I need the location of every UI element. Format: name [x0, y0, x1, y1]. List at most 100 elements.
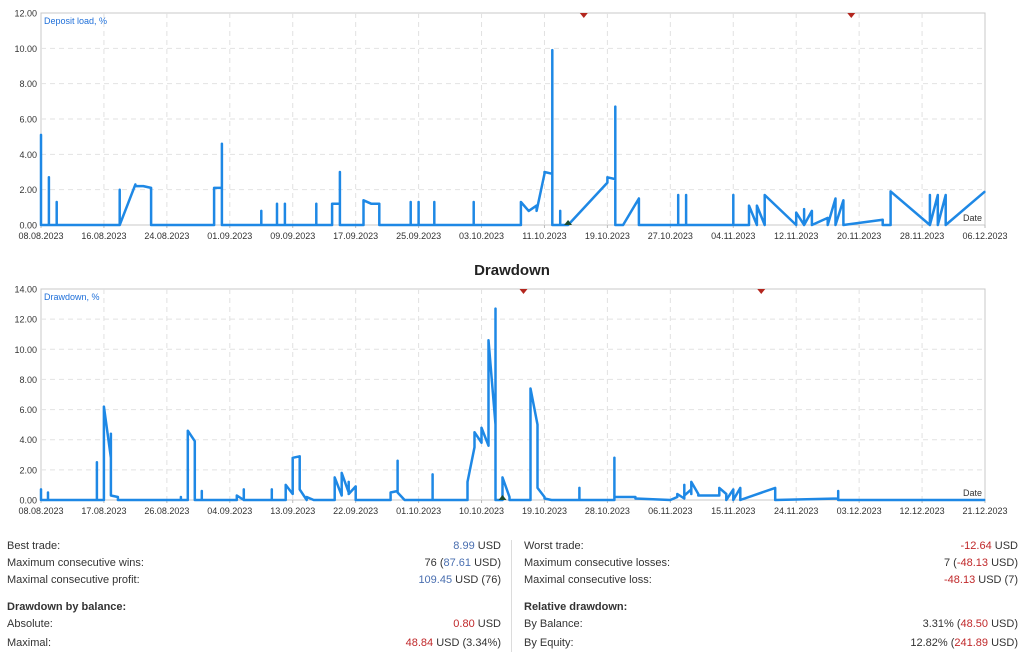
data-point — [221, 187, 223, 189]
y-tick-label: 0.00 — [19, 221, 37, 231]
data-point — [213, 187, 215, 189]
stat-number: 109.45 — [418, 574, 453, 586]
data-point — [811, 210, 813, 212]
max-consecutive-wins-row: Maximum consecutive wins: 76 (87.61 USD) — [7, 555, 501, 571]
data-point — [96, 461, 98, 463]
data-point — [984, 499, 986, 501]
stat-label: By Equity: — [524, 637, 574, 649]
data-point — [614, 224, 616, 226]
data-point — [96, 499, 98, 501]
stat-unit: USD) — [988, 618, 1018, 630]
stat-value: -48.13 USD (7) — [944, 572, 1018, 588]
data-point — [606, 176, 609, 178]
data-point — [397, 491, 399, 494]
data-point — [56, 201, 58, 203]
x-tick-label: 17.09.2023 — [333, 231, 378, 241]
data-point — [299, 464, 301, 466]
max-consecutive-loss-row: Maximal consecutive loss: -48.13 USD (7) — [524, 572, 1018, 588]
data-point — [134, 185, 136, 187]
data-point — [718, 487, 720, 489]
data-point — [201, 499, 203, 501]
data-point — [341, 494, 343, 497]
x-tick-label: 03.12.2023 — [837, 506, 882, 516]
data-point — [725, 499, 727, 501]
data-point — [362, 224, 365, 226]
stat-value: 8.99 USD — [453, 538, 501, 554]
data-point — [339, 171, 341, 173]
x-tick-label: 08.08.2023 — [18, 231, 63, 241]
data-point — [842, 224, 845, 226]
stat-value: 3.31% (48.50 USD) — [923, 616, 1018, 632]
stat-number: 3.31% ( — [922, 618, 961, 630]
by-equity-row: By Equity: 12.82% (241.89 USD) — [524, 635, 1018, 651]
data-point — [480, 442, 483, 444]
x-axis-label: Date — [963, 213, 982, 223]
stat-label: Maximum consecutive wins: — [7, 557, 144, 569]
data-point — [508, 499, 511, 501]
max-consecutive-profit-row: Maximal consecutive profit: 109.45 USD (… — [7, 572, 501, 588]
relative-drawdown-heading: Relative drawdown: — [524, 599, 1018, 615]
x-tick-label: 26.08.2023 — [144, 506, 189, 516]
data-point — [397, 490, 399, 492]
data-point — [473, 201, 475, 203]
data-point — [638, 197, 640, 200]
data-point — [834, 224, 837, 226]
data-point — [748, 224, 750, 226]
data-point — [150, 187, 152, 189]
data-point — [614, 178, 616, 180]
x-tick-label: 25.09.2023 — [396, 231, 441, 241]
data-point — [201, 490, 203, 492]
data-point — [276, 203, 278, 205]
stat-label: Maximal: — [7, 637, 52, 649]
data-point — [142, 185, 144, 187]
y-tick-label: 12.00 — [14, 9, 37, 19]
data-point — [827, 217, 829, 219]
data-point — [613, 457, 616, 459]
data-point — [614, 106, 616, 108]
data-point — [676, 493, 678, 495]
data-point — [299, 488, 301, 490]
data-point — [690, 481, 692, 483]
y-tick-label: 10.00 — [14, 345, 37, 355]
data-point — [984, 190, 986, 192]
x-tick-label: 19.10.2023 — [585, 231, 630, 241]
x-tick-label: 17.08.2023 — [81, 506, 126, 516]
data-point — [378, 203, 380, 205]
data-point — [638, 224, 640, 226]
data-point — [194, 440, 196, 442]
data-point — [890, 224, 892, 226]
stat-number: 76 ( — [424, 557, 444, 569]
data-point — [748, 205, 750, 207]
data-point — [433, 201, 435, 203]
series-label: Drawdown, % — [44, 292, 100, 302]
data-point — [285, 499, 287, 501]
data-point — [732, 499, 734, 501]
data-point — [271, 488, 273, 490]
data-point — [397, 460, 399, 462]
data-point — [103, 499, 105, 501]
worst-trade-row: Worst trade: -12.64 USD — [524, 538, 1018, 554]
section-heading: Relative drawdown: — [524, 601, 628, 613]
stat-number: -12.64 — [960, 540, 992, 552]
y-tick-label: 8.00 — [19, 79, 37, 89]
data-point — [634, 497, 637, 500]
data-point — [795, 212, 797, 214]
data-point — [40, 224, 42, 226]
data-point — [221, 185, 223, 187]
y-tick-label: 4.00 — [19, 150, 37, 160]
data-point — [578, 487, 581, 489]
data-point — [194, 461, 196, 463]
data-point — [348, 491, 350, 494]
x-axis-label: Date — [963, 488, 982, 498]
data-point — [117, 496, 119, 498]
data-point — [529, 387, 532, 390]
data-point — [473, 446, 476, 448]
data-point — [331, 203, 333, 205]
data-point — [236, 494, 238, 497]
data-point — [634, 496, 637, 498]
data-point — [697, 494, 699, 497]
data-point — [520, 224, 522, 226]
stat-value: 76 (87.61 USD) — [425, 555, 501, 571]
data-point — [418, 224, 420, 226]
drawdown-title: Drawdown — [474, 262, 550, 279]
